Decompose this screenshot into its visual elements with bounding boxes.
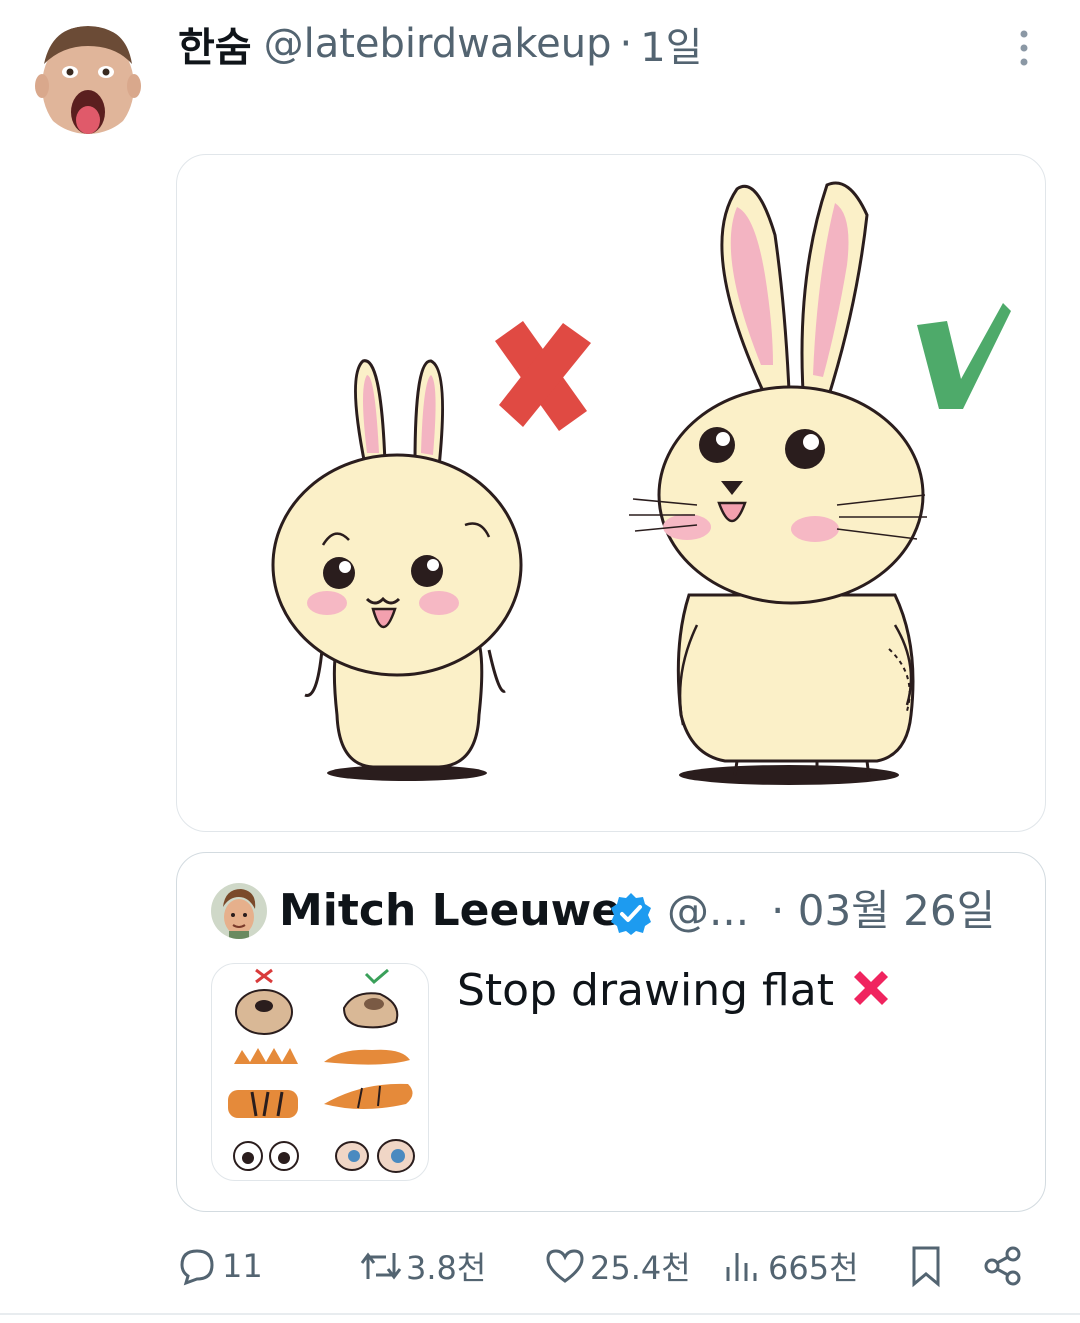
separator-dot: · bbox=[619, 21, 633, 67]
reply-count: 11 bbox=[222, 1247, 263, 1285]
more-vertical-icon[interactable] bbox=[1004, 26, 1044, 70]
tweet-header: 한숨 @latebirdwakeup · 1일 bbox=[178, 12, 702, 76]
display-name[interactable]: 한숨 bbox=[178, 15, 252, 73]
share-button[interactable] bbox=[982, 1236, 1024, 1296]
quoted-tweet-text: Stop drawing flat bbox=[457, 961, 896, 1021]
bookmark-icon bbox=[912, 1246, 940, 1288]
views-bar-chart-icon bbox=[726, 1253, 757, 1281]
separator-dot: · bbox=[771, 886, 785, 935]
reply-button[interactable]: 11 bbox=[176, 1236, 263, 1296]
quoted-tweet-timestamp: · 03월 26일 bbox=[771, 881, 995, 941]
user-avatar[interactable] bbox=[32, 20, 144, 140]
views-button[interactable]: 665천 bbox=[722, 1236, 859, 1296]
quoted-user-handle[interactable]: @... bbox=[667, 881, 749, 941]
quoted-display-name[interactable]: Mitch Leeuwe bbox=[279, 881, 621, 941]
bottom-divider bbox=[0, 1313, 1080, 1315]
retweet-icon bbox=[360, 1252, 402, 1280]
quoted-time-value: 03월 26일 bbox=[797, 886, 996, 935]
reply-icon bbox=[180, 1249, 214, 1286]
drawing-comparison-thumbnail bbox=[228, 968, 415, 1173]
verified-badge-icon bbox=[609, 891, 653, 935]
share-icon bbox=[984, 1246, 1021, 1286]
tweet-action-bar: 11 3.8천 25.4천 665천 bbox=[176, 1236, 1044, 1296]
tweet-media-image[interactable] bbox=[176, 154, 1046, 832]
quoted-media-thumbnail[interactable] bbox=[211, 963, 429, 1181]
quoted-text-content: Stop drawing flat bbox=[457, 965, 834, 1016]
retweet-count: 3.8천 bbox=[406, 1249, 487, 1287]
heart-icon bbox=[546, 1249, 584, 1283]
like-count: 25.4천 bbox=[590, 1249, 691, 1287]
bunny-comparison-illustration bbox=[271, 181, 1011, 785]
retweet-button[interactable]: 3.8천 bbox=[358, 1236, 486, 1296]
view-count: 665천 bbox=[768, 1249, 859, 1287]
cross-mark-emoji-icon bbox=[846, 963, 896, 1013]
user-handle[interactable]: @latebirdwakeup bbox=[264, 21, 612, 67]
bookmark-button[interactable] bbox=[906, 1236, 946, 1296]
tweet-timestamp[interactable]: 1일 bbox=[640, 15, 702, 73]
like-button[interactable]: 25.4천 bbox=[544, 1236, 691, 1296]
quoted-tweet-card[interactable]: Mitch Leeuwe @... · 03월 26일 Stop drawing… bbox=[176, 852, 1046, 1212]
quoted-user-avatar[interactable] bbox=[211, 883, 267, 939]
